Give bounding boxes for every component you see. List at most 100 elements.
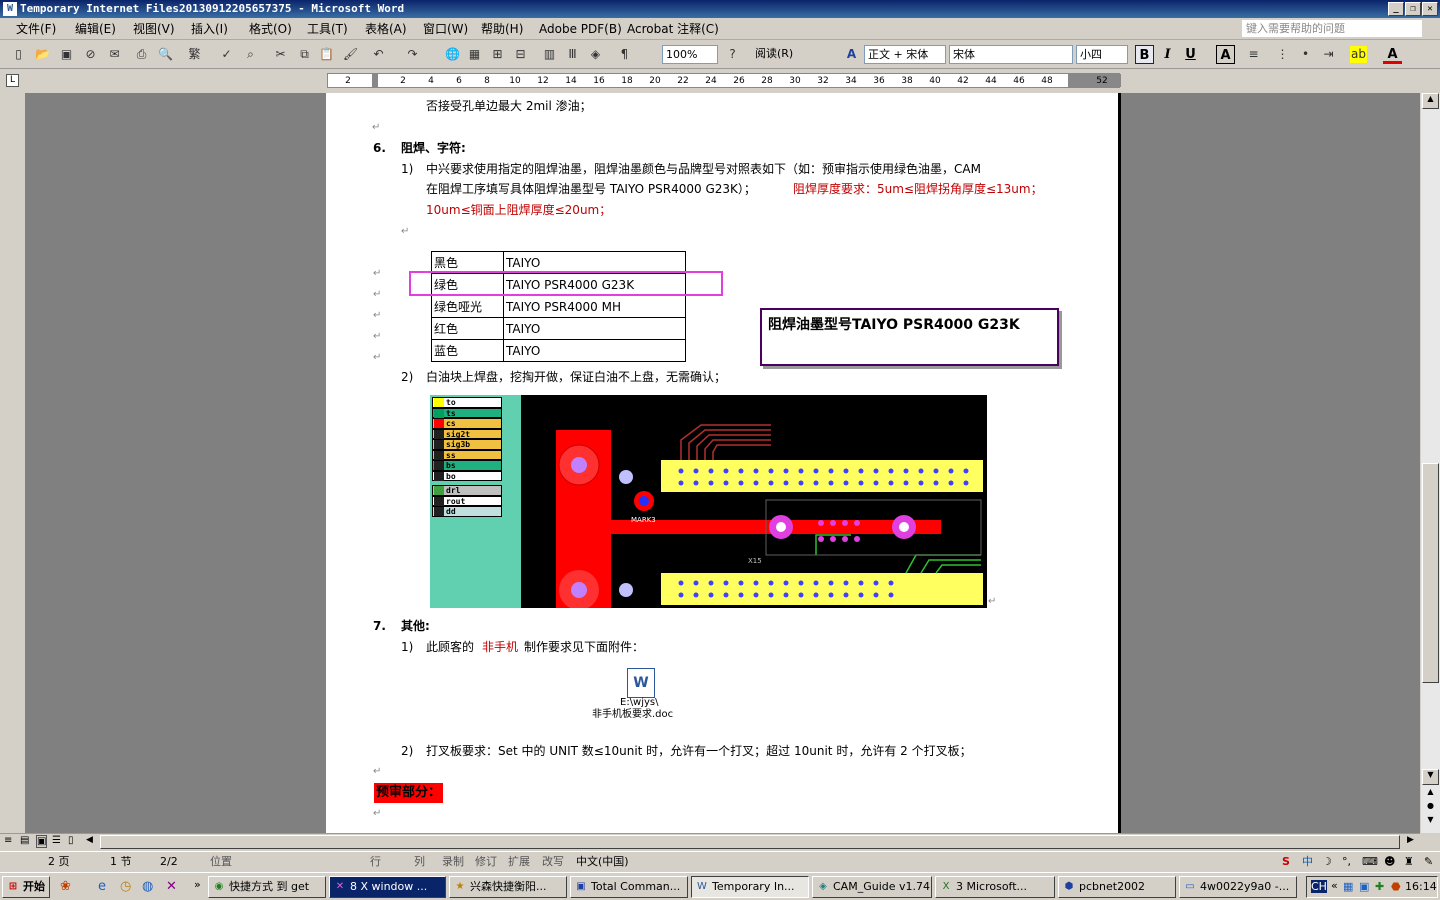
ime-punct-icon[interactable]: °,	[1342, 854, 1351, 870]
redo-icon[interactable]: ↷	[404, 46, 421, 63]
new-doc-icon[interactable]: ▯	[10, 46, 27, 63]
word-app-icon[interactable]: W	[3, 2, 17, 16]
ime-skin-icon[interactable]: ☻	[1384, 854, 1395, 870]
print-icon[interactable]: ⎙	[133, 46, 150, 63]
ime-shirt-icon[interactable]: ♜	[1404, 854, 1414, 870]
font-color-button[interactable]: A	[1383, 45, 1402, 64]
cut-icon[interactable]: ✂	[272, 46, 289, 63]
browser-icon[interactable]: ◍	[142, 879, 153, 894]
tray-expand-icon[interactable]: «	[1331, 879, 1338, 892]
scroll-right-button[interactable]: ▶	[1407, 835, 1414, 845]
task-x-window[interactable]: ✕ 8 X window ...	[329, 876, 446, 898]
status-extend[interactable]: 扩展	[508, 854, 530, 870]
task-xingsen[interactable]: ★ 兴森快捷衡阳...	[449, 876, 567, 898]
align-justify-icon[interactable]: ≡	[1245, 46, 1262, 63]
insert-excel-icon[interactable]: ⊟	[512, 46, 529, 63]
status-track-changes[interactable]: 修订	[475, 854, 497, 870]
read-mode-button[interactable]: 阅读(R)	[752, 45, 816, 64]
menu-adobe-pdf[interactable]: Adobe PDF(B)	[539, 21, 622, 37]
previous-page-button[interactable]: ▲	[1422, 787, 1439, 801]
spelling-icon[interactable]: ✓	[218, 46, 235, 63]
scroll-up-button[interactable]: ▲	[1422, 93, 1439, 109]
layer-row[interactable]: bs	[432, 460, 502, 471]
email-icon[interactable]: ✉	[106, 46, 123, 63]
font-size-select[interactable]: 小四	[1076, 45, 1128, 64]
menu-tools[interactable]: 工具(T)	[307, 21, 348, 37]
web-view-icon[interactable]: ▤	[20, 835, 29, 846]
show-hide-icon[interactable]: ¶	[616, 46, 633, 63]
horizontal-ruler[interactable]: 2 2 4 6 8 10 12 14 16 18 20 22 24 26 28 …	[327, 73, 1121, 88]
numbering-icon[interactable]: ⋮	[1274, 46, 1291, 63]
italic-button[interactable]: I	[1158, 45, 1177, 64]
menu-edit[interactable]: 编辑(E)	[75, 21, 116, 37]
insert-table-icon[interactable]: ⊞	[489, 46, 506, 63]
task-4w0022[interactable]: ▭ 4w0022y9a0 -...	[1179, 876, 1297, 898]
undo-icon[interactable]: ↶	[370, 46, 387, 63]
document-page[interactable]: 否接受孔单边最大 2mil 渗油； ↵ 6. 阻焊、字符: 1) 中兴要求使用指…	[326, 93, 1121, 833]
permission-icon[interactable]: ⊘	[82, 46, 99, 63]
copy-icon[interactable]: ⧉	[296, 46, 313, 63]
horizontal-scrollbar[interactable]: ≡ ▤ ▣ ☰ ▯ ◀ ▶	[0, 833, 1420, 850]
paste-icon[interactable]: 📋	[318, 46, 335, 63]
menu-table[interactable]: 表格(A)	[365, 21, 407, 37]
scroll-thumb-horizontal[interactable]	[100, 835, 1400, 849]
ime-keyboard-icon[interactable]: ⌨	[1362, 854, 1378, 870]
zoom-select[interactable]: 100%	[662, 45, 718, 64]
callout-box[interactable]: 阻焊油墨型号TAIYO PSR4000 G23K	[760, 308, 1059, 366]
task-total-commander[interactable]: ▣ Total Comman...	[570, 876, 688, 898]
layer-row[interactable]: sig2t	[432, 428, 502, 439]
bold-button[interactable]: B	[1135, 45, 1154, 64]
vertical-scrollbar[interactable]: ▲ ▼ ▲ ● ▼	[1421, 93, 1440, 833]
menu-acrobat-comment[interactable]: Acrobat 注释(C)	[627, 21, 719, 37]
start-button[interactable]: ⊞ 开始	[2, 876, 50, 898]
style-select[interactable]: 正文 + 宋体	[864, 45, 946, 64]
antivirus-icon[interactable]: ⬣	[1391, 880, 1401, 893]
security-icon[interactable]: ✚	[1375, 880, 1384, 893]
menu-format[interactable]: 格式(O)	[249, 21, 292, 37]
drawing-icon[interactable]: Ⅲ	[564, 46, 581, 63]
reading-view-icon[interactable]: ▯	[68, 835, 74, 846]
research-icon[interactable]: ⌕	[242, 46, 259, 63]
styles-icon[interactable]: A	[843, 46, 860, 63]
layer-row[interactable]: cs	[432, 418, 502, 429]
columns-icon[interactable]: ▥	[541, 46, 558, 63]
outline-view-icon[interactable]: ☰	[52, 835, 61, 846]
ime-moon-icon[interactable]: ☽	[1322, 854, 1332, 870]
next-page-button[interactable]: ▼	[1422, 815, 1439, 829]
traditional-chinese-icon[interactable]: 繁	[186, 46, 203, 63]
task-cam-guide[interactable]: ◈ CAM_Guide v1.74	[812, 876, 932, 898]
help-icon[interactable]: ?	[724, 46, 741, 63]
network-icon[interactable]: ▦	[1343, 880, 1353, 893]
help-search-input[interactable]: 键入需要帮助的问题	[1242, 20, 1422, 37]
ime-tools-icon[interactable]: ✎	[1424, 854, 1433, 870]
task-word-active[interactable]: W Temporary In...	[691, 876, 809, 898]
bullets-icon[interactable]: •	[1297, 46, 1314, 63]
clock-app-icon[interactable]: ◷	[120, 879, 131, 894]
tables-borders-icon[interactable]: ▦	[466, 46, 483, 63]
layer-row[interactable]: bo	[432, 470, 502, 481]
hyperlink-icon[interactable]: 🌐	[444, 46, 461, 63]
restore-button[interactable]: ❐	[1405, 2, 1421, 16]
quicklaunch-icon-1[interactable]: ❀	[60, 879, 71, 894]
menu-view[interactable]: 视图(V)	[133, 21, 175, 37]
highlight-icon[interactable]: ab	[1350, 46, 1367, 63]
layer-row[interactable]: sig3b	[432, 439, 502, 450]
tab-selector[interactable]: L	[6, 74, 19, 87]
print-preview-icon[interactable]: 🔍	[157, 46, 174, 63]
task-pcbnet[interactable]: ⬢ pcbnet2002	[1058, 876, 1176, 898]
scroll-down-button[interactable]: ▼	[1422, 769, 1439, 785]
menu-help[interactable]: 帮助(H)	[481, 21, 523, 37]
open-icon[interactable]: 📂	[34, 46, 51, 63]
indent-icon[interactable]: ⇥	[1320, 46, 1337, 63]
layer-row[interactable]: to	[432, 397, 502, 408]
ie-icon[interactable]: e	[98, 879, 106, 894]
browse-object-button[interactable]: ●	[1422, 801, 1439, 815]
menu-file[interactable]: 文件(F)	[16, 21, 56, 37]
underline-button[interactable]: U	[1181, 45, 1200, 64]
task-microsoft-group[interactable]: X 3 Microsoft...	[935, 876, 1055, 898]
layer-row[interactable]: ss	[432, 449, 502, 460]
normal-view-icon[interactable]: ≡	[4, 835, 12, 846]
char-border-button[interactable]: A	[1216, 45, 1235, 64]
layer-row[interactable]: drl	[432, 485, 502, 496]
save-icon[interactable]: ▣	[58, 46, 75, 63]
